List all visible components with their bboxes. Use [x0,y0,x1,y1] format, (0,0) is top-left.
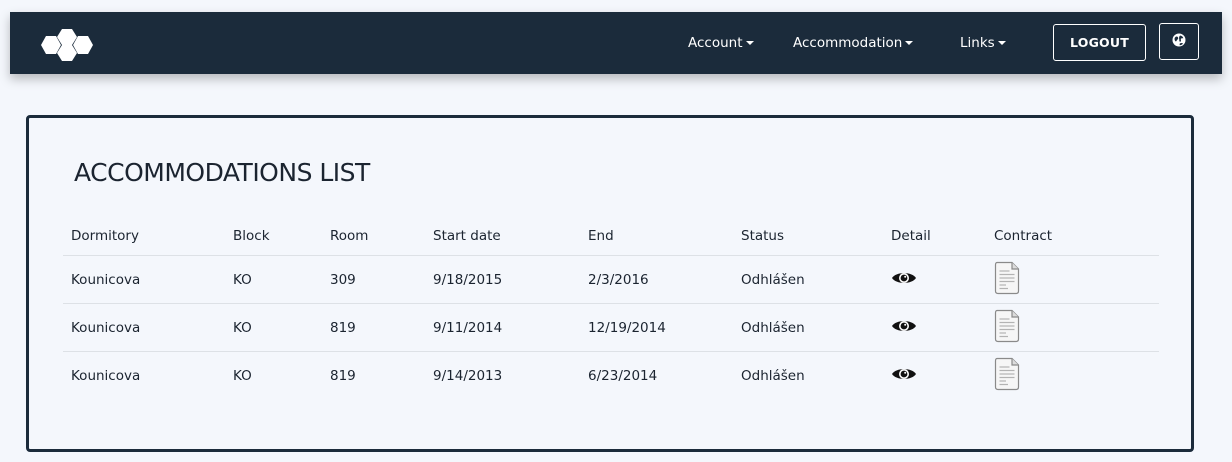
nav-accommodation-dropdown[interactable]: Accommodation [793,12,914,74]
cell-start-date: 9/11/2014 [433,319,503,336]
column-header-contract: Contract [994,227,1053,244]
nav-account-dropdown[interactable]: Account [688,12,754,74]
eye-icon [891,366,917,386]
contract-link[interactable] [994,304,1020,351]
cell-room: 819 [330,368,356,384]
table-header-row: Dormitory Block Room Start date End Stat… [63,216,1159,256]
page: Account Accommodation Links LOGOUT ACCOM… [0,0,1232,462]
column-header-status: Status [741,227,785,244]
cell-block: KO [233,271,252,288]
contract-link[interactable] [994,256,1020,303]
column-header-dormitory: Dormitory [71,227,139,244]
cell-block: KO [233,368,252,384]
table-row: Kounicova KO 309 9/18/2015 2/3/2016 Odhl… [63,256,1159,304]
table-row: Kounicova KO 819 9/11/2014 12/19/2014 Od… [63,304,1159,352]
column-header-detail: Detail [891,227,931,244]
nav-account-label: Account [688,35,743,51]
accommodations-card: ACCOMMODATIONS LIST Dormitory Block Room… [26,115,1194,452]
logout-button[interactable]: LOGOUT [1053,24,1146,61]
caret-down-icon [905,41,914,45]
cell-status: Odhlášen [741,319,805,336]
document-icon [994,357,1020,395]
cell-block: KO [233,319,252,336]
column-header-start-date: Start date [433,227,501,244]
cell-dormitory: Kounicova [71,319,141,336]
cell-status: Odhlášen [741,368,805,384]
eye-icon [891,270,917,290]
cell-start-date: 9/14/2013 [433,368,503,384]
cell-room: 309 [330,271,356,288]
nav-accommodation-label: Accommodation [793,35,903,51]
document-icon [994,309,1020,347]
caret-down-icon [745,41,754,45]
page-title: ACCOMMODATIONS LIST [74,158,370,187]
column-header-room: Room [330,227,369,244]
detail-link[interactable] [891,256,917,303]
detail-link[interactable] [891,304,917,351]
contract-link[interactable] [994,352,1020,400]
cell-end-date: 2/3/2016 [588,271,649,288]
hexagon-cluster-logo[interactable] [38,29,98,61]
column-header-end: End [588,227,614,244]
nav-links-label: Links [960,35,995,51]
cell-end-date: 6/23/2014 [588,368,658,384]
column-header-block: Block [233,227,270,244]
cell-dormitory: Kounicova [71,368,141,384]
cell-dormitory: Kounicova [71,271,141,288]
eye-icon [891,318,917,338]
cell-end-date: 12/19/2014 [588,319,666,336]
cell-status: Odhlášen [741,271,805,288]
globe-icon [1172,33,1186,50]
accommodations-table: Dormitory Block Room Start date End Stat… [63,216,1159,400]
caret-down-icon [997,41,1006,45]
table-row: Kounicova KO 819 9/14/2013 6/23/2014 Odh… [63,352,1159,400]
document-icon [994,261,1020,299]
language-button[interactable] [1159,23,1199,60]
cell-room: 819 [330,319,356,336]
detail-link[interactable] [891,352,917,400]
cell-start-date: 9/18/2015 [433,271,503,288]
top-navbar: Account Accommodation Links LOGOUT [10,12,1222,74]
nav-links-dropdown[interactable]: Links [960,12,1006,74]
